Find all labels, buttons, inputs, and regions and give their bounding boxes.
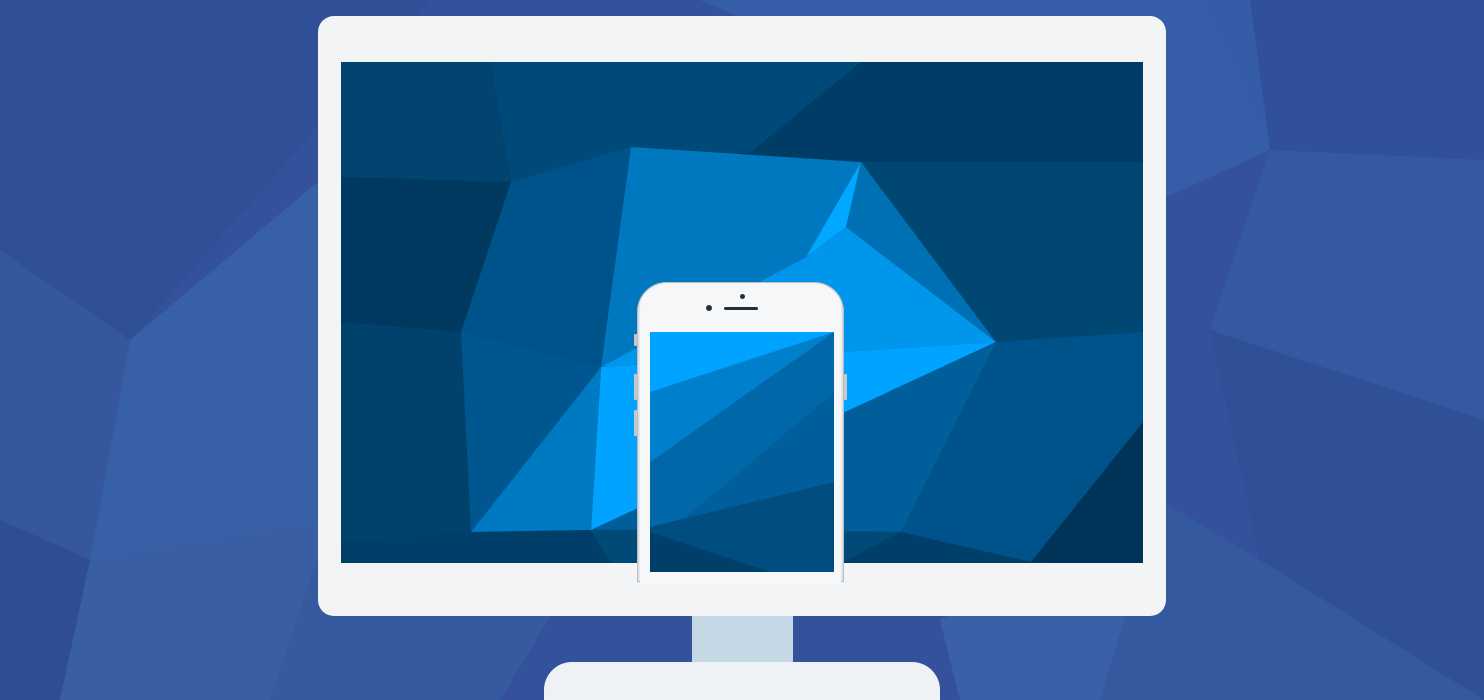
phone-sensor-icon xyxy=(706,305,712,311)
phone-volume-up-button xyxy=(634,374,637,400)
smartphone-icon xyxy=(634,282,847,585)
phone-volume-button xyxy=(634,334,637,346)
phone-screen xyxy=(650,332,834,572)
monitor-stand-neck xyxy=(692,616,793,668)
phone-speaker-icon xyxy=(724,307,758,310)
monitor-stand-base xyxy=(544,662,940,700)
phone-wallpaper xyxy=(650,332,834,572)
phone-volume-down-button xyxy=(634,410,637,436)
phone-camera-icon xyxy=(740,294,745,299)
phone-power-button xyxy=(844,374,847,400)
hero-illustration xyxy=(0,0,1484,700)
phone-front xyxy=(640,285,841,585)
